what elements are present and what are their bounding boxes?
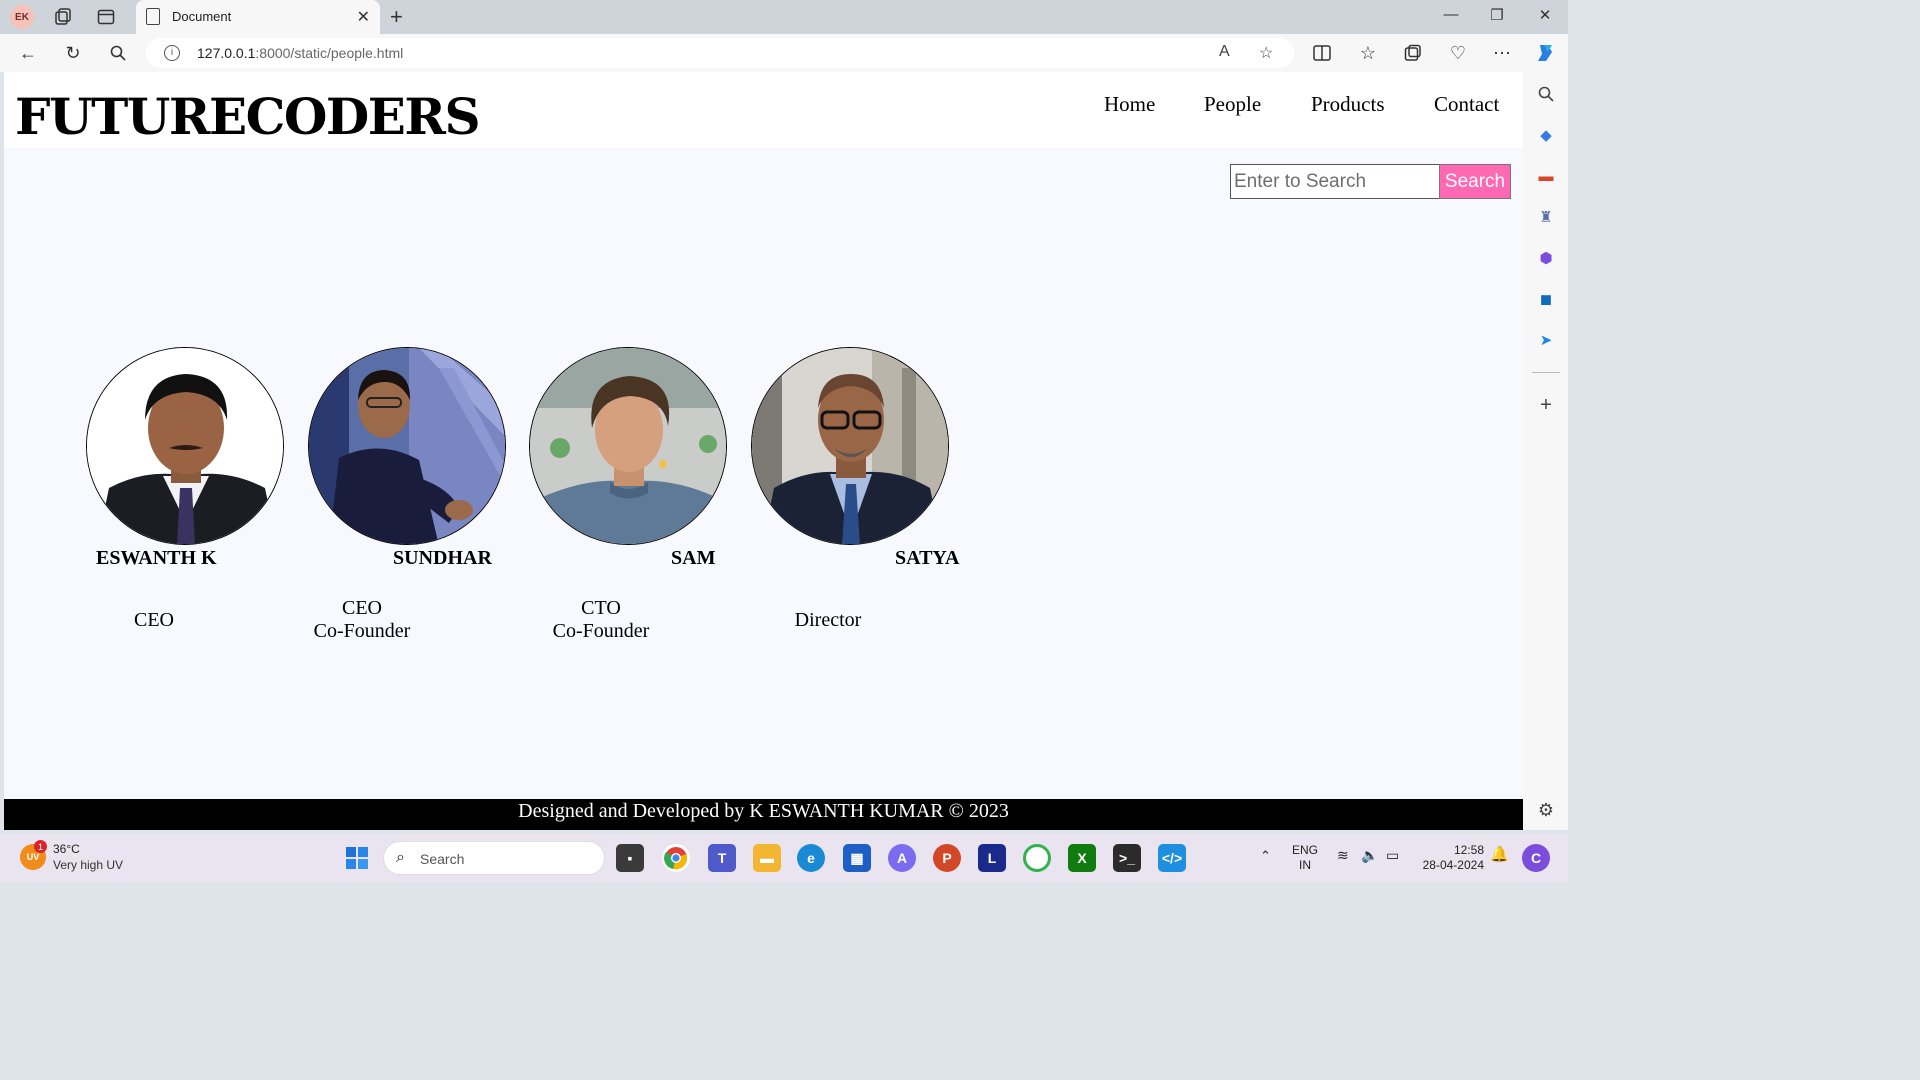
tools-icon[interactable]: ▬ bbox=[1535, 165, 1557, 187]
tab-close-icon[interactable]: ✕ bbox=[357, 7, 370, 27]
weather-temperature[interactable]: 36°C bbox=[53, 842, 80, 856]
weather-description[interactable]: Very high UV bbox=[53, 858, 123, 872]
app-icon[interactable]: A bbox=[888, 844, 916, 872]
notifications-bell-icon[interactable]: 🔔 bbox=[1490, 847, 1509, 862]
browser-toolbar: ← ↻ i 127.0.0.1:8000/static/people.html … bbox=[0, 34, 1568, 72]
person-name: SAM bbox=[671, 547, 716, 569]
lucid-icon[interactable]: L bbox=[978, 844, 1006, 872]
collections-icon[interactable] bbox=[1401, 41, 1425, 65]
site-logo[interactable]: FUTURECODERS bbox=[15, 87, 481, 146]
person-name: ESWANTH K bbox=[96, 547, 217, 569]
window-close-icon[interactable]: ✕ bbox=[1530, 6, 1560, 24]
sidebar-settings-icon[interactable]: ⚙ bbox=[1535, 799, 1557, 821]
browser-essentials-icon[interactable]: ♡ bbox=[1446, 41, 1470, 65]
search-button[interactable]: Search bbox=[1439, 164, 1511, 199]
taskbar-search-label: Search bbox=[420, 851, 465, 867]
person-name: SATYA bbox=[895, 547, 960, 569]
person-role: Director bbox=[794, 609, 862, 631]
site-info-icon[interactable]: i bbox=[164, 45, 180, 61]
windows-taskbar: UV 1 36°C Very high UV ⌕ Search ▪ T ▬ e … bbox=[0, 834, 1568, 882]
search-field-wrapper bbox=[1230, 164, 1440, 199]
site-footer: Designed and Developed by K ESWANTH KUMA… bbox=[4, 799, 1523, 830]
clock[interactable]: 12:58 28-04-2024 bbox=[1418, 843, 1484, 873]
weather-alert-badge: 1 bbox=[34, 840, 47, 853]
file-explorer-icon[interactable]: ▬ bbox=[753, 844, 781, 872]
loop-icon[interactable] bbox=[1023, 844, 1051, 872]
url-text: 127.0.0.1:8000/static/people.html bbox=[197, 45, 404, 61]
web-page: FUTURECODERS Home People Products Contac… bbox=[4, 72, 1523, 830]
taskbar-search-icon: ⌕ bbox=[396, 849, 405, 866]
search-icon[interactable] bbox=[106, 41, 130, 65]
vscode-icon[interactable]: </> bbox=[1158, 844, 1186, 872]
input-language[interactable]: ENG IN bbox=[1292, 843, 1318, 873]
person-role: CEO Co-Founder bbox=[313, 597, 411, 642]
new-tab-icon[interactable]: + bbox=[390, 4, 403, 30]
nav-people[interactable]: People bbox=[1204, 92, 1261, 117]
wifi-icon[interactable]: ≋ bbox=[1337, 848, 1349, 863]
more-menu-icon[interactable]: ⋯ bbox=[1490, 41, 1514, 65]
add-sidebar-app-icon[interactable]: + bbox=[1535, 394, 1557, 416]
read-aloud-icon[interactable]: A bbox=[1219, 43, 1230, 61]
volume-muted-icon[interactable]: 🔈 bbox=[1361, 848, 1378, 863]
shopping-tag-icon[interactable]: ◆ bbox=[1535, 124, 1557, 146]
sidebar-divider bbox=[1532, 372, 1560, 373]
outlook-icon[interactable]: ◼ bbox=[1535, 288, 1557, 310]
person-name: SUNDHAR bbox=[393, 547, 492, 569]
document-icon bbox=[146, 8, 160, 25]
browser-tab-active[interactable]: Document ✕ bbox=[136, 0, 380, 34]
refresh-icon[interactable]: ↻ bbox=[61, 41, 85, 65]
sidebar-search-icon[interactable] bbox=[1535, 83, 1557, 105]
favorites-icon[interactable]: ☆ bbox=[1356, 41, 1380, 65]
nav-home[interactable]: Home bbox=[1104, 92, 1155, 117]
battery-icon[interactable]: ▭ bbox=[1386, 848, 1399, 863]
teams-icon[interactable]: T bbox=[708, 844, 736, 872]
show-hidden-icons[interactable]: ⌃ bbox=[1260, 848, 1271, 863]
profile-avatar[interactable]: EK bbox=[10, 5, 34, 29]
restore-icon[interactable]: ❐ bbox=[1482, 6, 1512, 24]
search-input[interactable] bbox=[1231, 165, 1439, 198]
edge-sidebar: ◆ ▬ ♜ ⬢ ◼ ➤ + ⚙ bbox=[1523, 72, 1568, 830]
xbox-icon[interactable]: X bbox=[1068, 844, 1096, 872]
chrome-icon[interactable] bbox=[662, 844, 690, 872]
powerpoint-icon[interactable]: P bbox=[933, 844, 961, 872]
favorite-star-icon[interactable]: ☆ bbox=[1259, 43, 1273, 63]
minimize-icon[interactable]: — bbox=[1436, 6, 1466, 23]
nav-products[interactable]: Products bbox=[1311, 92, 1385, 117]
address-bar[interactable]: i 127.0.0.1:8000/static/people.html A ☆ bbox=[146, 38, 1294, 68]
task-view-icon[interactable]: ▪ bbox=[616, 844, 644, 872]
browser-titlebar: EK Document ✕ + — ❐ ✕ bbox=[0, 0, 1568, 34]
copilot-icon[interactable] bbox=[1533, 41, 1557, 65]
person-role: CEO bbox=[134, 609, 174, 631]
tab-title: Document bbox=[172, 9, 232, 24]
person-role: CTO Co-Founder bbox=[552, 597, 650, 642]
edge-icon[interactable]: e bbox=[797, 844, 825, 872]
games-icon[interactable]: ♜ bbox=[1535, 206, 1557, 228]
person-photo bbox=[308, 347, 506, 545]
start-icon[interactable] bbox=[343, 844, 371, 872]
store-icon[interactable]: ▦ bbox=[843, 844, 871, 872]
back-icon[interactable]: ← bbox=[16, 41, 40, 65]
tab-actions-icon[interactable] bbox=[95, 6, 117, 28]
terminal-icon[interactable]: >_ bbox=[1113, 844, 1141, 872]
copilot-taskbar-icon[interactable]: C bbox=[1522, 844, 1550, 872]
nav-contact[interactable]: Contact bbox=[1434, 92, 1499, 117]
split-screen-icon[interactable] bbox=[1310, 41, 1334, 65]
taskbar-search[interactable]: ⌕ Search bbox=[383, 841, 605, 875]
person-photo bbox=[86, 347, 284, 545]
person-card: SATYA Director bbox=[751, 347, 1021, 657]
site-header: FUTURECODERS Home People Products Contac… bbox=[4, 72, 1523, 148]
microsoft365-icon[interactable]: ⬢ bbox=[1535, 247, 1557, 269]
person-photo bbox=[529, 347, 727, 545]
drop-icon[interactable]: ➤ bbox=[1535, 329, 1557, 351]
workspaces-icon[interactable] bbox=[52, 6, 74, 28]
person-photo bbox=[751, 347, 949, 545]
